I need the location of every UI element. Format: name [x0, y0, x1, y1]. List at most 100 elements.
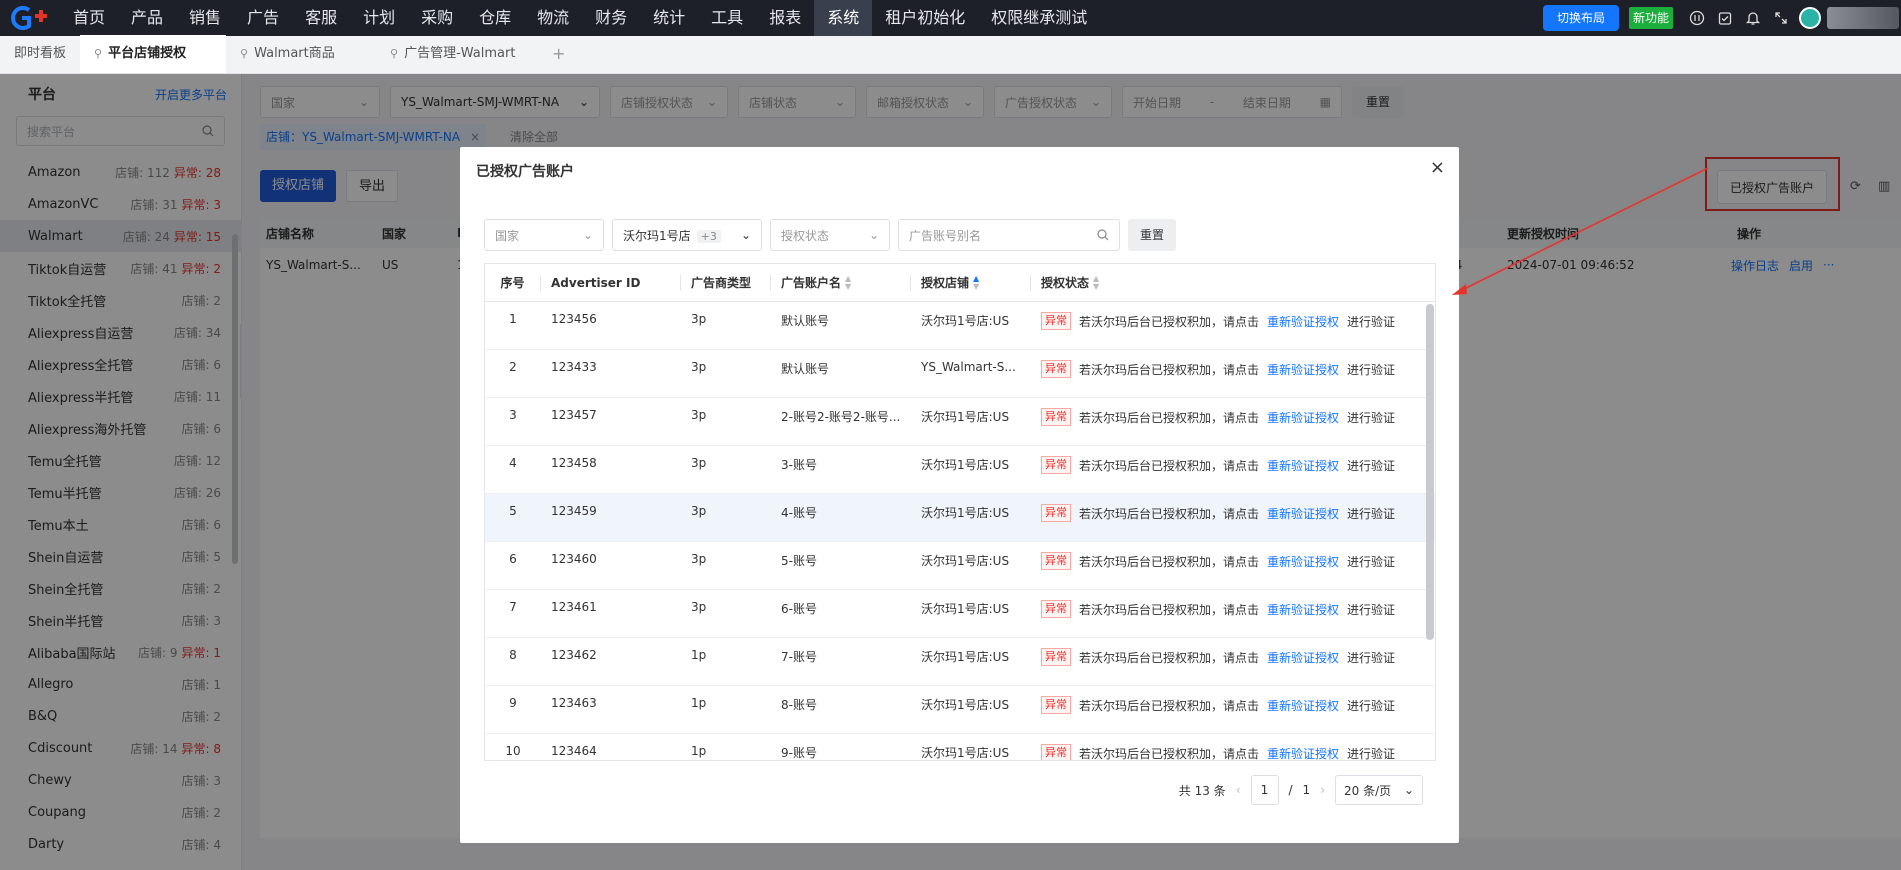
column-header-status[interactable]: 授权状态 ▲ ▼	[1031, 275, 1435, 291]
reverify-auth-link[interactable]: 重新验证授权	[1267, 457, 1339, 474]
nav-item-6[interactable]: 采购	[408, 0, 466, 36]
bell-icon[interactable]	[1739, 0, 1767, 36]
reverify-auth-link[interactable]: 重新验证授权	[1267, 745, 1339, 761]
avatar[interactable]	[1799, 7, 1821, 29]
column-header-store[interactable]: 授权店铺 ▲ ▼	[911, 274, 1031, 291]
status-text: 进行验证	[1347, 554, 1396, 569]
reverify-auth-link[interactable]: 重新验证授权	[1267, 601, 1339, 618]
auth-status: 异常 若沃尔玛后台已授权积加，请点击 重新验证授权 进行验证	[1031, 456, 1435, 474]
reverify-auth-link[interactable]: 重新验证授权	[1267, 505, 1339, 522]
reverify-auth-link[interactable]: 重新验证授权	[1267, 409, 1339, 426]
app-logo[interactable]	[0, 0, 60, 36]
tab-store-auth[interactable]: ⚲ 平台店铺授权	[80, 35, 227, 73]
authorized-ad-accounts-modal: 已授权广告账户 × 国家 ⌄ 沃尔玛1号店 +3 ⌄ 授权状态 ⌄ 广告账号别名 重置 …	[460, 147, 1459, 843]
new-feature-button[interactable]: 新功能	[1628, 7, 1673, 29]
nav-item-5[interactable]: 计划	[350, 0, 408, 36]
row-index: 8	[509, 648, 517, 662]
close-icon[interactable]: ×	[1430, 157, 1445, 178]
nav-item-0[interactable]: 首页	[60, 0, 118, 36]
sort-icon[interactable]: ▲ ▼	[1093, 275, 1099, 291]
nav-item-12[interactable]: 报表	[756, 0, 814, 36]
advertiser-id: 123461	[551, 600, 597, 614]
status-text: 进行验证	[1347, 506, 1396, 521]
nav-item-10[interactable]: 统计	[640, 0, 698, 36]
nav-item-8[interactable]: 物流	[524, 0, 582, 36]
tab-ad-walmart[interactable]: ⚲ 广告管理-Walmart	[376, 35, 538, 73]
select-label: 授权状态	[781, 228, 830, 243]
modal-table-scrollbar[interactable]	[1426, 304, 1434, 640]
tab-label: 广告管理-Walmart	[404, 46, 516, 61]
reverify-auth-link[interactable]: 重新验证授权	[1267, 361, 1339, 378]
pin-icon: ⚲	[240, 47, 249, 60]
advertiser-type: 3p	[691, 408, 707, 422]
help-icon[interactable]	[1683, 0, 1711, 36]
modal-store-select[interactable]: 沃尔玛1号店 +3 ⌄	[612, 219, 762, 251]
status-error-badge: 异常	[1041, 408, 1071, 426]
tab-dashboard[interactable]: 即时看板	[0, 35, 80, 73]
switch-layout-button[interactable]: 切换布局	[1542, 5, 1619, 31]
advertiser-type: 1p	[691, 648, 707, 662]
column-header-account-name[interactable]: 广告账户名 ▲ ▼	[771, 274, 911, 291]
nav-item-7[interactable]: 仓库	[466, 0, 524, 36]
sort-icon[interactable]: ▲ ▼	[845, 275, 851, 291]
auth-store: 沃尔玛1号店:US	[921, 410, 1010, 424]
account-name: 6-账号	[781, 602, 817, 616]
column-header-type: 广告商类型	[681, 274, 771, 291]
modal-title: 已授权广告账户	[476, 164, 574, 180]
task-icon[interactable]	[1711, 0, 1739, 36]
status-text: 若沃尔玛后台已授权积加，请点击	[1079, 698, 1260, 713]
username-blurred[interactable]	[1827, 7, 1899, 29]
nav-item-14[interactable]: 租户初始化	[872, 0, 978, 36]
nav-item-4[interactable]: 客服	[292, 0, 350, 36]
next-page-icon[interactable]: ›	[1320, 783, 1325, 797]
reverify-auth-link[interactable]: 重新验证授权	[1267, 649, 1339, 666]
advertiser-id: 123456	[551, 312, 597, 326]
reverify-auth-link[interactable]: 重新验证授权	[1267, 313, 1339, 330]
page-size-select[interactable]: 20 条/页 ⌄	[1335, 775, 1423, 805]
row-index: 3	[509, 408, 517, 422]
fullscreen-icon[interactable]	[1767, 0, 1795, 36]
nav-item-2[interactable]: 销售	[176, 0, 234, 36]
status-text: 进行验证	[1347, 410, 1396, 425]
page-input[interactable]: 1	[1250, 775, 1279, 805]
modal-auth-status-select[interactable]: 授权状态 ⌄	[770, 219, 890, 251]
status-text: 若沃尔玛后台已授权积加，请点击	[1079, 362, 1260, 377]
total-count: 共 13 条	[1178, 783, 1226, 798]
reverify-auth-link[interactable]: 重新验证授权	[1267, 697, 1339, 714]
nav-item-9[interactable]: 财务	[582, 0, 640, 36]
advertiser-type: 3p	[691, 312, 707, 326]
modal-reset-button[interactable]: 重置	[1128, 219, 1177, 251]
account-name: 默认账号	[781, 362, 830, 376]
header-label: 授权店铺	[921, 276, 970, 290]
nav-item-3[interactable]: 广告	[234, 0, 292, 36]
status-text: 进行验证	[1347, 650, 1396, 665]
page-separator: /	[1288, 783, 1293, 797]
nav-item-1[interactable]: 产品	[118, 0, 176, 36]
row-index: 1	[509, 312, 517, 326]
reverify-auth-link[interactable]: 重新验证授权	[1267, 553, 1339, 570]
header-label: 广告账户名	[781, 276, 842, 290]
prev-page-icon[interactable]: ‹	[1236, 783, 1241, 797]
modal-country-select[interactable]: 国家 ⌄	[484, 219, 604, 251]
sort-asc-icon[interactable]: ▲ ▼	[973, 275, 979, 291]
auth-store: 沃尔玛1号店:US	[921, 314, 1010, 328]
auth-status: 异常 若沃尔玛后台已授权积加，请点击 重新验证授权 进行验证	[1031, 744, 1435, 761]
table-row: 3 123457 3p 2-账号2-账号2-账号... 沃尔玛1号店:US 异常 若沃尔玛后…	[485, 398, 1435, 446]
table-row: 6 123460 3p 5-账号 沃尔玛1号店:US 异常 若沃尔玛后台已授权积加，请点击重…	[485, 542, 1435, 590]
row-index: 5	[509, 504, 517, 518]
advertiser-id: 123459	[551, 504, 597, 518]
pin-icon: ⚲	[94, 47, 103, 60]
ad-account-alias-input[interactable]: 广告账号别名	[898, 219, 1120, 251]
header-label: Advertiser ID	[551, 275, 641, 290]
add-tab-icon[interactable]: +	[538, 35, 579, 73]
header-label: 序号	[500, 276, 525, 290]
top-navbar: 首页 产品 销售 广告 客服 计划 采购 仓库 物流 财务 统计 工具 报表 系统 租户初始化 权限继承测试 …	[0, 0, 1901, 36]
auth-store: 沃尔玛1号店:US	[921, 650, 1010, 664]
tab-walmart-products[interactable]: ⚲ Walmart商品	[226, 35, 376, 73]
nav-item-15[interactable]: 权限继承测试	[978, 0, 1100, 36]
nav-item-11[interactable]: 工具	[698, 0, 756, 36]
advertiser-type: 3p	[691, 600, 707, 614]
nav-item-13[interactable]: 系统	[814, 0, 873, 36]
status-error-badge: 异常	[1041, 456, 1071, 474]
row-index: 4	[509, 456, 517, 470]
